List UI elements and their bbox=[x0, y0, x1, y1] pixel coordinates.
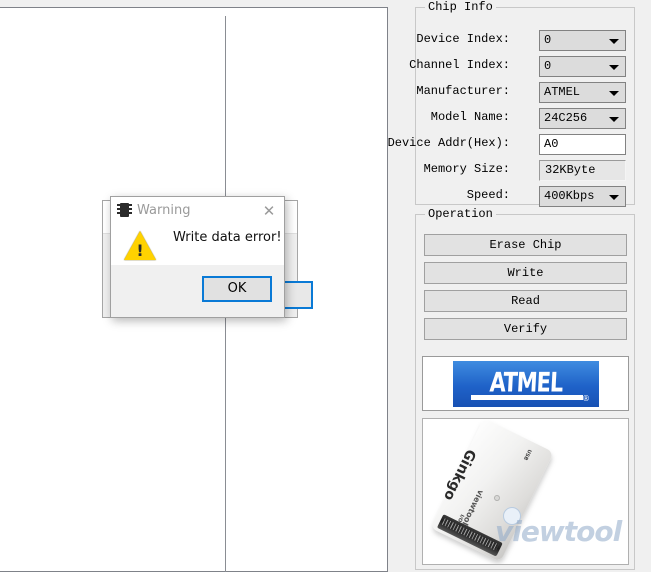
chevron-down-icon bbox=[609, 117, 619, 122]
chip-info-title: Chip Info bbox=[425, 0, 496, 14]
label-model-name: Model Name: bbox=[430, 110, 510, 124]
dialog-message: Write data error! bbox=[173, 230, 282, 245]
label-speed: Speed: bbox=[466, 188, 510, 202]
label-device-addr: Device Addr(Hex): bbox=[387, 136, 510, 150]
label-memory-size: Memory Size: bbox=[423, 162, 510, 176]
device-brand-name: viewtool bbox=[460, 488, 486, 527]
chevron-down-icon bbox=[609, 39, 619, 44]
vendor-logo-box: ATMEL ® bbox=[422, 356, 629, 411]
atmel-logo: ATMEL ® bbox=[453, 361, 599, 407]
input-device-addr[interactable]: A0 bbox=[539, 134, 626, 155]
write-button[interactable]: Write bbox=[424, 262, 627, 284]
combo-device-index-value: 0 bbox=[544, 33, 552, 47]
combo-device-index[interactable]: 0 bbox=[539, 30, 626, 51]
field-row-device-index: Device Index: 0 bbox=[416, 30, 634, 51]
close-icon[interactable]: ✕ bbox=[258, 201, 280, 221]
combo-channel-index-value: 0 bbox=[544, 59, 552, 73]
chevron-down-icon bbox=[609, 65, 619, 70]
atmel-logo-text: ATMEL bbox=[488, 367, 564, 398]
atmel-logo-underline bbox=[471, 395, 583, 400]
field-row-channel-index: Channel Index: 0 bbox=[409, 56, 634, 77]
warning-exclamation-glyph: ! bbox=[136, 241, 144, 260]
combo-speed[interactable]: 400Kbps bbox=[539, 186, 626, 207]
combo-manufacturer-value: ATMEL bbox=[544, 85, 581, 99]
combo-model-name-value: 24C256 bbox=[544, 111, 588, 125]
field-row-model-name: Model Name: 24C256 bbox=[416, 108, 634, 129]
label-device-index: Device Index: bbox=[416, 32, 510, 46]
warning-dialog: Warning ✕ ! Write data error! OK bbox=[110, 196, 285, 318]
dialog-titlebar[interactable]: Warning ✕ bbox=[111, 197, 284, 224]
ok-button[interactable]: OK bbox=[202, 276, 272, 302]
photo-watermark: viewtool bbox=[495, 515, 622, 548]
verify-button[interactable]: Verify bbox=[424, 318, 627, 340]
field-row-memory-size: Memory Size: 32KByte bbox=[416, 160, 634, 181]
combo-model-name[interactable]: 24C256 bbox=[539, 108, 626, 129]
chip-info-group: Chip Info Device Index: 0 Channel Index:… bbox=[388, 0, 635, 207]
device-led-icon bbox=[492, 493, 502, 503]
chip-icon bbox=[117, 203, 132, 217]
combo-speed-value: 400Kbps bbox=[544, 189, 595, 203]
erase-chip-button[interactable]: Erase Chip bbox=[424, 234, 627, 256]
chevron-down-icon bbox=[609, 91, 619, 96]
application-window: Chip Info Device Index: 0 Channel Index:… bbox=[0, 0, 651, 572]
field-row-manufacturer: Manufacturer: ATMEL bbox=[416, 82, 634, 103]
device-photo: Ginkgo viewtool USB I/O viewtool bbox=[422, 418, 629, 565]
dialog-title: Warning bbox=[137, 203, 191, 218]
label-manufacturer: Manufacturer: bbox=[416, 84, 510, 98]
chevron-down-icon bbox=[609, 195, 619, 200]
operation-group: Operation Erase Chip Write Read Verify A… bbox=[415, 207, 635, 570]
field-row-speed: Speed: 400Kbps bbox=[416, 186, 634, 207]
combo-channel-index[interactable]: 0 bbox=[539, 56, 626, 77]
read-button[interactable]: Read bbox=[424, 290, 627, 312]
combo-manufacturer[interactable]: ATMEL bbox=[539, 82, 626, 103]
value-memory-size: 32KByte bbox=[539, 160, 626, 181]
dialog-footer: OK bbox=[111, 265, 284, 317]
operation-title: Operation bbox=[425, 207, 496, 221]
dialog-body: ! Write data error! bbox=[111, 224, 284, 267]
device-usb-label: USB bbox=[521, 448, 533, 462]
label-channel-index: Channel Index: bbox=[409, 58, 510, 72]
registered-trademark-icon: ® bbox=[582, 394, 590, 403]
field-row-device-addr: Device Addr(Hex): A0 bbox=[388, 134, 634, 155]
